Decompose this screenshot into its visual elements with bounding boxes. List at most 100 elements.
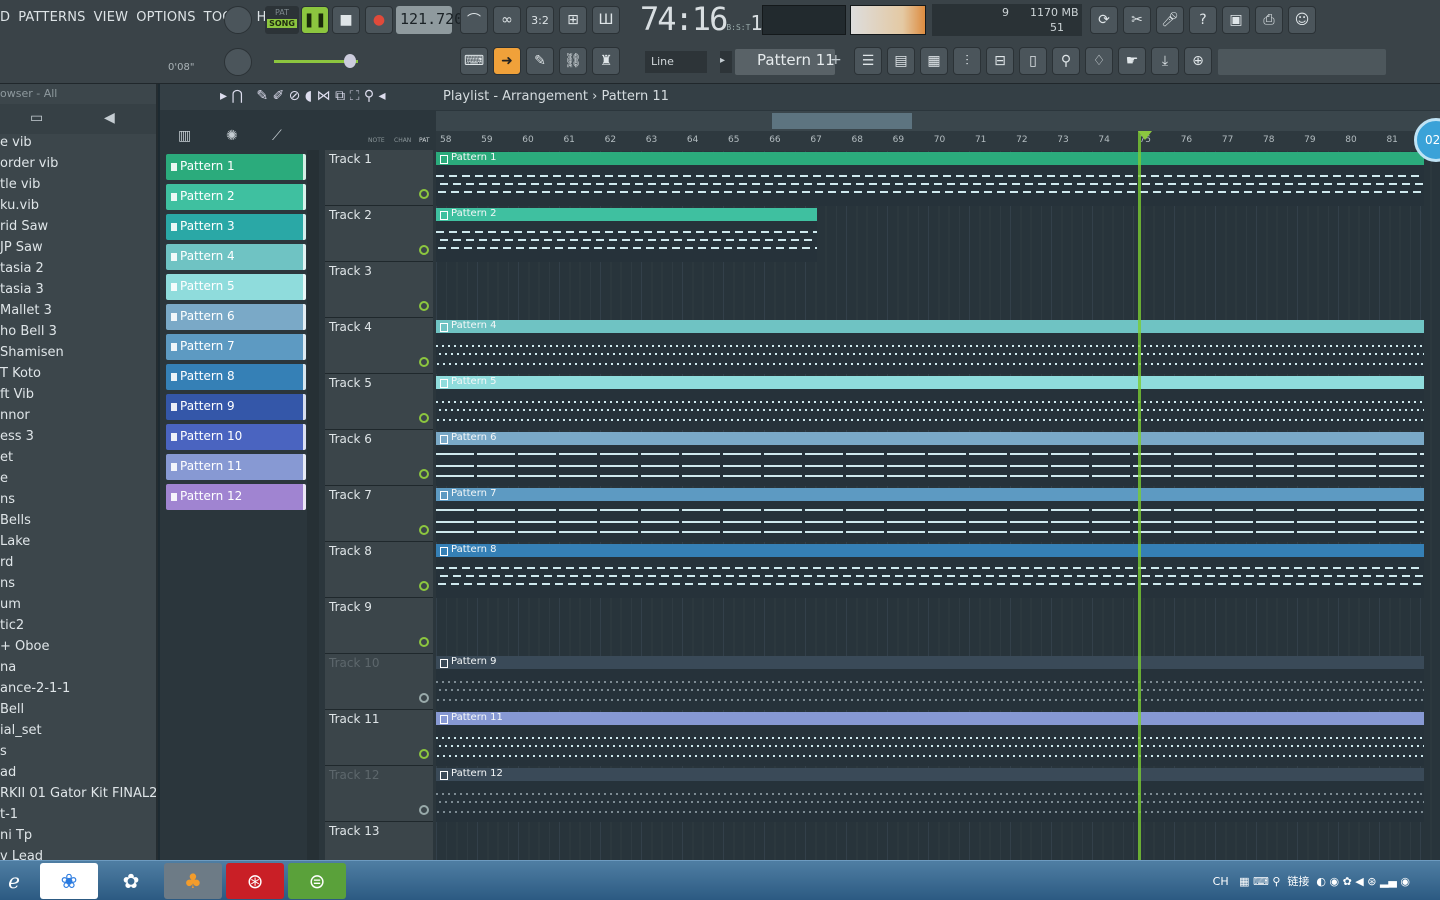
help-icon[interactable]: ? [1189, 6, 1217, 34]
track-header[interactable]: Track 8 [325, 542, 433, 598]
shop-icon[interactable]: ⊕ [1184, 47, 1212, 75]
pattern-item[interactable]: Pattern 2 [166, 184, 306, 210]
browser-item[interactable]: Mallet 3 [0, 302, 156, 323]
playhead[interactable] [1137, 131, 1141, 860]
wait-input-icon[interactable]: ∞ [493, 6, 521, 34]
typing-keyboard-icon[interactable]: ⌨ [460, 47, 488, 75]
track-mute-led[interactable] [419, 301, 429, 311]
browser-item[interactable]: ns [0, 491, 156, 512]
browser-item[interactable]: Lake [0, 533, 156, 554]
browser-item[interactable]: + Oboe [0, 638, 156, 659]
automation-icon[interactable]: ⟋ [272, 128, 282, 144]
pattern-item[interactable]: Pattern 1 [166, 154, 306, 180]
pencil-icon[interactable]: ✎ [526, 47, 554, 75]
netease-music-icon[interactable]: ⊛ [226, 863, 284, 899]
master-volume-knob[interactable] [224, 6, 252, 34]
flower-app-icon[interactable]: ✿ [102, 863, 160, 899]
render-icon[interactable]: ⎙ [1255, 6, 1283, 34]
save-icon[interactable]: ▣ [1222, 6, 1250, 34]
browser-item[interactable]: ance-2-1-1 [0, 680, 156, 701]
menu-item-patterns[interactable]: PATTERNS [18, 10, 85, 25]
step-edit-icon[interactable]: ⊞ [559, 6, 587, 34]
browser-item[interactable]: ad [0, 764, 156, 785]
browser-item[interactable]: ku.vib [0, 197, 156, 218]
time-ruler[interactable]: 58 59 60 61 62 63 64 65 66 67 68 69 70 71 72 73 74 75 76 77… [436, 131, 1440, 151]
track-mute-led[interactable] [419, 693, 429, 703]
cut-icon[interactable]: ✂ [1123, 6, 1151, 34]
browser-item[interactable]: JP Saw [0, 239, 156, 260]
track-header[interactable]: Track 10 [325, 654, 433, 710]
record-button[interactable]: ● [365, 6, 393, 34]
track-header[interactable]: Track 2 [325, 206, 433, 262]
playlist-clip[interactable]: Pattern 5 [436, 376, 1424, 430]
add-pattern-icon[interactable]: + [830, 52, 842, 68]
menu-item-options[interactable]: OPTIONS [136, 10, 195, 25]
track-header[interactable]: Track 6 [325, 430, 433, 486]
track-mute-led[interactable] [419, 245, 429, 255]
browser-item[interactable]: Bells [0, 512, 156, 533]
track-mute-led[interactable] [419, 469, 429, 479]
playlist-clip[interactable]: Pattern 6 [436, 432, 1424, 486]
playlist-clip[interactable]: Pattern 11 [436, 712, 1424, 766]
pattern-item[interactable]: Pattern 11 [166, 454, 306, 480]
playhead-marker-icon[interactable] [1138, 131, 1152, 140]
tray-link-label[interactable]: 链接 [1287, 875, 1309, 888]
arrangement-grid[interactable]: Pattern 1 Pattern 2 Pattern 4 Pattern 5 Patt… [436, 151, 1440, 860]
browser-icon[interactable]: ⊟ [986, 47, 1014, 75]
browser-item[interactable]: e vib [0, 134, 156, 155]
browser-item[interactable]: ial_set [0, 722, 156, 743]
playlist-tools[interactable]: ▸ ⋂ ✎ ✐ ⊘ ◖ ⋈ ⧉ ⛶ ⚲ ◂ [220, 88, 386, 104]
refresh-icon[interactable]: ⟳ [1090, 6, 1118, 34]
touch-controller-icon[interactable]: ☛ [1118, 47, 1146, 75]
download-icon[interactable]: ⤓ [1151, 47, 1179, 75]
stamp-icon[interactable]: ♜ [592, 47, 620, 75]
browser-item[interactable]: rid Saw [0, 218, 156, 239]
tempo-tapper-icon[interactable]: ♢ [1085, 47, 1113, 75]
track-header[interactable]: Track 3 [325, 262, 433, 318]
browser-item[interactable]: e [0, 470, 156, 491]
browser-item[interactable]: Bell [0, 701, 156, 722]
pattern-item[interactable]: Pattern 8 [166, 364, 306, 390]
ie-icon[interactable]: ℯ [0, 863, 34, 899]
track-header[interactable]: Track 11 [325, 710, 433, 766]
tempo-display[interactable]: 121.720 [396, 6, 463, 34]
playlist-clip[interactable]: Pattern 1 [436, 152, 1424, 206]
slider-handle[interactable] [344, 54, 356, 68]
browser-item[interactable]: T Koto [0, 365, 156, 386]
track-mute-led[interactable] [419, 749, 429, 759]
browser-item[interactable]: ess 3 [0, 428, 156, 449]
playlist-clip[interactable]: Pattern 9 [436, 656, 1424, 710]
pattern-item[interactable]: Pattern 6 [166, 304, 306, 330]
browser-item[interactable]: tasia 2 [0, 260, 156, 281]
playlist-icon[interactable]: ☰ [854, 47, 882, 75]
pattern-item[interactable]: Pattern 9 [166, 394, 306, 420]
pattern-item[interactable]: Pattern 3 [166, 214, 306, 240]
metronome-icon[interactable]: ⌒ [460, 6, 488, 34]
chat-icon[interactable]: ☺ [1288, 6, 1316, 34]
browser-item[interactable]: rd [0, 554, 156, 575]
track-header[interactable]: Track 7 [325, 486, 433, 542]
browser-item[interactable]: v Lead [0, 848, 156, 860]
waveform-icon[interactable]: ✺ [226, 128, 238, 144]
loop-record-icon[interactable]: Ш [592, 6, 620, 34]
playlist-clip[interactable]: Pattern 8 [436, 544, 1424, 598]
playlist-clip[interactable]: Pattern 4 [436, 320, 1424, 374]
picker-tab-pat[interactable]: PAT [419, 137, 430, 144]
pattern-item[interactable]: Pattern 10 [166, 424, 306, 450]
track-mute-led[interactable] [419, 357, 429, 367]
browser-item[interactable]: s [0, 743, 156, 764]
browser-item[interactable]: tle vib [0, 176, 156, 197]
menu-item-view[interactable]: VIEW [94, 10, 129, 25]
pattern-prev-arrow[interactable]: ▸ [720, 51, 732, 73]
fl-studio-icon[interactable]: ♣ [164, 863, 222, 899]
track-mute-led[interactable] [419, 413, 429, 423]
browser-item[interactable]: et [0, 449, 156, 470]
browser-item[interactable]: ns [0, 575, 156, 596]
snap-selector[interactable]: Line [645, 51, 707, 73]
link-icon[interactable]: ⛓ [559, 47, 587, 75]
piano-roll-icon[interactable]: ▤ [887, 47, 915, 75]
track-mute-led[interactable] [419, 189, 429, 199]
pattern-item[interactable]: Pattern 7 [166, 334, 306, 360]
speaker-icon[interactable]: ◀ [104, 110, 115, 126]
plug-icon[interactable]: ⚲ [1052, 47, 1080, 75]
